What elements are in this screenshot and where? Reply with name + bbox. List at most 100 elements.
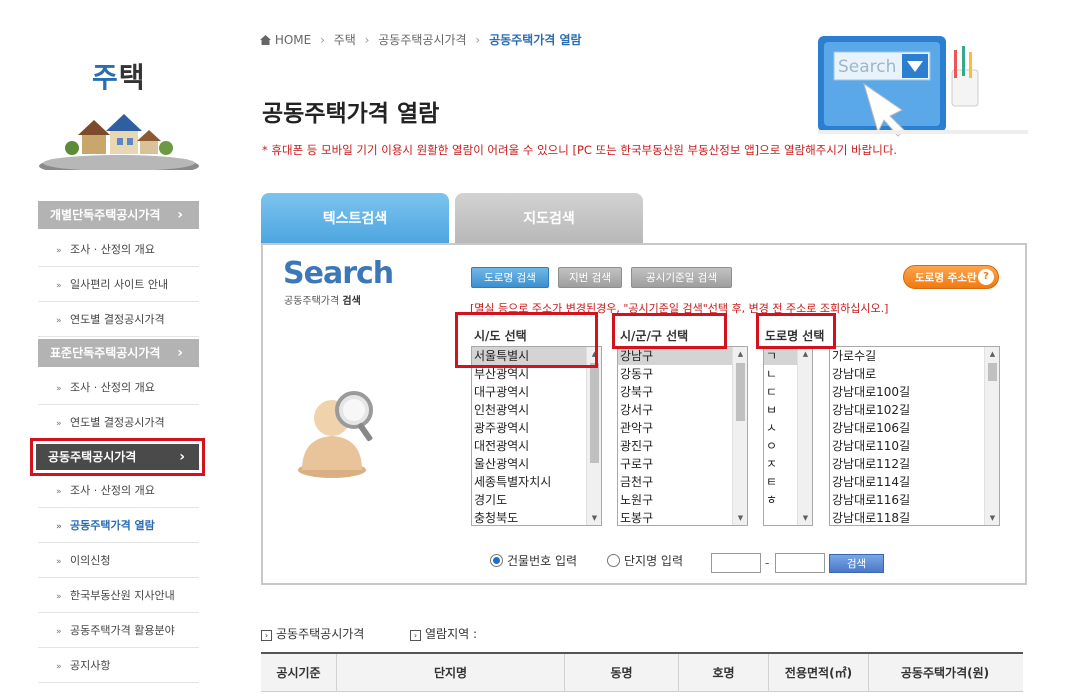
radio-button[interactable] bbox=[607, 554, 620, 567]
scrollbar[interactable]: ▲ ▼ bbox=[732, 347, 747, 525]
road-initial-listbox[interactable]: ㄱ ㄴ ㄷ ㅂ ㅅ ㅇ ㅈ ㅌ ㅎ ▲ ▼ bbox=[763, 346, 813, 526]
chevron-right-icon: › bbox=[177, 345, 183, 361]
list-item[interactable]: 강남대로106길 bbox=[830, 419, 999, 437]
column-header: 공시기준 bbox=[261, 654, 337, 692]
list-item[interactable]: 강남대로100길 bbox=[830, 383, 999, 401]
list-item[interactable]: 충청북도 bbox=[472, 509, 601, 525]
list-item[interactable]: 경기도 bbox=[472, 491, 601, 509]
list-item[interactable]: 강남대로 bbox=[830, 365, 999, 383]
scroll-up-icon[interactable]: ▲ bbox=[798, 347, 812, 361]
list-item[interactable]: 대전광역시 bbox=[472, 437, 601, 455]
list-item[interactable]: 인천광역시 bbox=[472, 401, 601, 419]
list-item[interactable]: 구로구 bbox=[618, 455, 747, 473]
column-header: 동명 bbox=[565, 654, 679, 692]
list-item[interactable]: 금천구 bbox=[618, 473, 747, 491]
scroll-up-icon[interactable]: ▲ bbox=[733, 347, 747, 361]
scrollbar[interactable]: ▲ ▼ bbox=[797, 347, 812, 525]
bullet-icon: » bbox=[56, 627, 62, 637]
scroll-down-icon[interactable]: ▼ bbox=[733, 511, 747, 525]
bullet-icon: » bbox=[56, 557, 62, 567]
list-item[interactable]: 가로수길 bbox=[830, 347, 999, 365]
road-name-search-button[interactable]: 도로명 검색 bbox=[471, 267, 549, 288]
radio-complex-name[interactable]: 단지명 입력 bbox=[607, 552, 683, 569]
list-item[interactable]: 강남대로116길 bbox=[830, 491, 999, 509]
sidebar-item-survey-overview[interactable]: » 조사 · 산정의 개요 bbox=[38, 370, 199, 405]
tab-text-search[interactable]: 텍스트검색 bbox=[261, 193, 449, 243]
results-table-header: 공시기준 단지명 동명 호명 전용면적(㎡) 공동주택가격(원) bbox=[261, 652, 1023, 692]
chevron-right-icon: › bbox=[179, 449, 185, 465]
user-search-illustration bbox=[298, 391, 373, 478]
search-submit-button[interactable]: 검색 bbox=[829, 554, 884, 573]
scrollbar[interactable]: ▲ ▼ bbox=[984, 347, 999, 525]
bullet-icon: » bbox=[56, 662, 62, 672]
bullet-icon: » bbox=[56, 522, 62, 532]
reference-date-search-button[interactable]: 공시기준일 검색 bbox=[631, 267, 732, 288]
building-sub-number-input[interactable] bbox=[775, 553, 825, 573]
bullet-icon: » bbox=[56, 384, 62, 394]
sido-highlight-box bbox=[455, 312, 598, 368]
radio-button[interactable] bbox=[490, 554, 503, 567]
bullet-icon: » bbox=[56, 281, 62, 291]
sidebar-item-objection[interactable]: » 이의신청 bbox=[38, 543, 199, 578]
sidebar-title: 주택 bbox=[92, 61, 146, 94]
home-icon bbox=[260, 35, 271, 45]
list-item[interactable]: 광주광역시 bbox=[472, 419, 601, 437]
sidebar-item-ilsa-site[interactable]: » 일사편리 사이트 안내 bbox=[38, 267, 199, 302]
svg-text:Search: Search bbox=[838, 57, 896, 77]
list-item[interactable]: 세종특별자치시 bbox=[472, 473, 601, 491]
sidebar-item-yearly-price[interactable]: » 연도별 결정공시가격 bbox=[38, 302, 199, 337]
road-name-listbox[interactable]: 가로수길 강남대로 강남대로100길 강남대로102길 강남대로106길 강남대… bbox=[829, 346, 1000, 526]
mobile-notice: * 휴대폰 등 모바일 기기 이용시 원활한 열람이 어려울 수 있으니 [PC… bbox=[262, 143, 898, 157]
column-header: 호명 bbox=[679, 654, 769, 692]
list-item[interactable]: 강남대로118길 bbox=[830, 509, 999, 525]
sidebar-item-notice[interactable]: » 공지사항 bbox=[38, 648, 199, 683]
sidebar-category-apartment[interactable]: 공동주택공시가격 › bbox=[30, 438, 205, 476]
sidebar-item-usage[interactable]: » 공동주택가격 활용분야 bbox=[38, 613, 199, 648]
scroll-down-icon[interactable]: ▼ bbox=[798, 511, 812, 525]
sigungu-listbox[interactable]: 강남구 강동구 강북구 강서구 관악구 광진구 구로구 금천구 노원구 도봉구 … bbox=[617, 346, 748, 526]
sidebar-item-apartment-price-view[interactable]: » 공동주택가격 열람 bbox=[38, 508, 199, 543]
list-item[interactable]: 광진구 bbox=[618, 437, 747, 455]
search-logo: Search bbox=[283, 256, 394, 291]
number-separator: - bbox=[765, 556, 770, 570]
breadcrumb-housing[interactable]: 주택 bbox=[334, 33, 356, 47]
breadcrumb: HOME › 주택 › 공동주택공시가격 › 공동주택가격 열람 bbox=[260, 31, 582, 48]
scroll-down-icon[interactable]: ▼ bbox=[587, 511, 601, 525]
list-item[interactable]: 강서구 bbox=[618, 401, 747, 419]
sidebar-category-individual[interactable]: 개별단독주택공시가격 › bbox=[38, 201, 199, 229]
scroll-down-icon[interactable]: ▼ bbox=[985, 511, 999, 525]
search-logo-subtitle: 공동주택가격 검색 bbox=[284, 296, 361, 307]
bullet-icon: » bbox=[56, 487, 62, 497]
list-item[interactable]: 도봉구 bbox=[618, 509, 747, 525]
scroll-up-icon[interactable]: ▲ bbox=[985, 347, 999, 361]
tab-map-search[interactable]: 지도검색 bbox=[455, 193, 643, 243]
road-address-info-button[interactable]: 도로명 주소란? bbox=[903, 265, 999, 289]
bullet-icon: » bbox=[56, 419, 62, 429]
list-item[interactable]: 노원구 bbox=[618, 491, 747, 509]
bullet-icon: » bbox=[56, 246, 62, 256]
list-item[interactable]: 관악구 bbox=[618, 419, 747, 437]
list-item[interactable]: 강남구 bbox=[618, 347, 747, 365]
breadcrumb-apartment-price[interactable]: 공동주택공시가격 bbox=[378, 33, 466, 47]
list-item[interactable]: 울산광역시 bbox=[472, 455, 601, 473]
sidebar-category-standard[interactable]: 표준단독주택공시가격 › bbox=[38, 339, 199, 367]
breadcrumb-home[interactable]: HOME bbox=[275, 33, 311, 47]
list-item[interactable]: 강동구 bbox=[618, 365, 747, 383]
sido-listbox[interactable]: 서울특별시 부산광역시 대구광역시 인천광역시 광주광역시 대전광역시 울산광역… bbox=[471, 346, 602, 526]
radio-building-number[interactable]: 건물번호 입력 bbox=[490, 552, 577, 569]
sidebar-item-survey-overview[interactable]: » 조사 · 산정의 개요 bbox=[38, 473, 199, 508]
list-item[interactable]: 강북구 bbox=[618, 383, 747, 401]
list-item[interactable]: 강남대로102길 bbox=[830, 401, 999, 419]
list-item[interactable]: 강남대로110길 bbox=[830, 437, 999, 455]
lot-number-search-button[interactable]: 지번 검색 bbox=[558, 267, 622, 288]
scrollbar[interactable]: ▲ ▼ bbox=[586, 347, 601, 525]
list-item[interactable]: 대구광역시 bbox=[472, 383, 601, 401]
sidebar-item-branch-info[interactable]: » 한국부동산원 지사안내 bbox=[38, 578, 199, 613]
column-header: 단지명 bbox=[337, 654, 565, 692]
building-main-number-input[interactable] bbox=[711, 553, 761, 573]
sidebar-item-survey-overview[interactable]: » 조사 · 산정의 개요 bbox=[38, 232, 199, 267]
list-item[interactable]: 강남대로112길 bbox=[830, 455, 999, 473]
list-item[interactable]: 강남대로114길 bbox=[830, 473, 999, 491]
column-header: 공동주택가격(원) bbox=[900, 666, 990, 680]
sidebar-item-yearly-price[interactable]: » 연도별 결정공시가격 bbox=[38, 405, 199, 440]
